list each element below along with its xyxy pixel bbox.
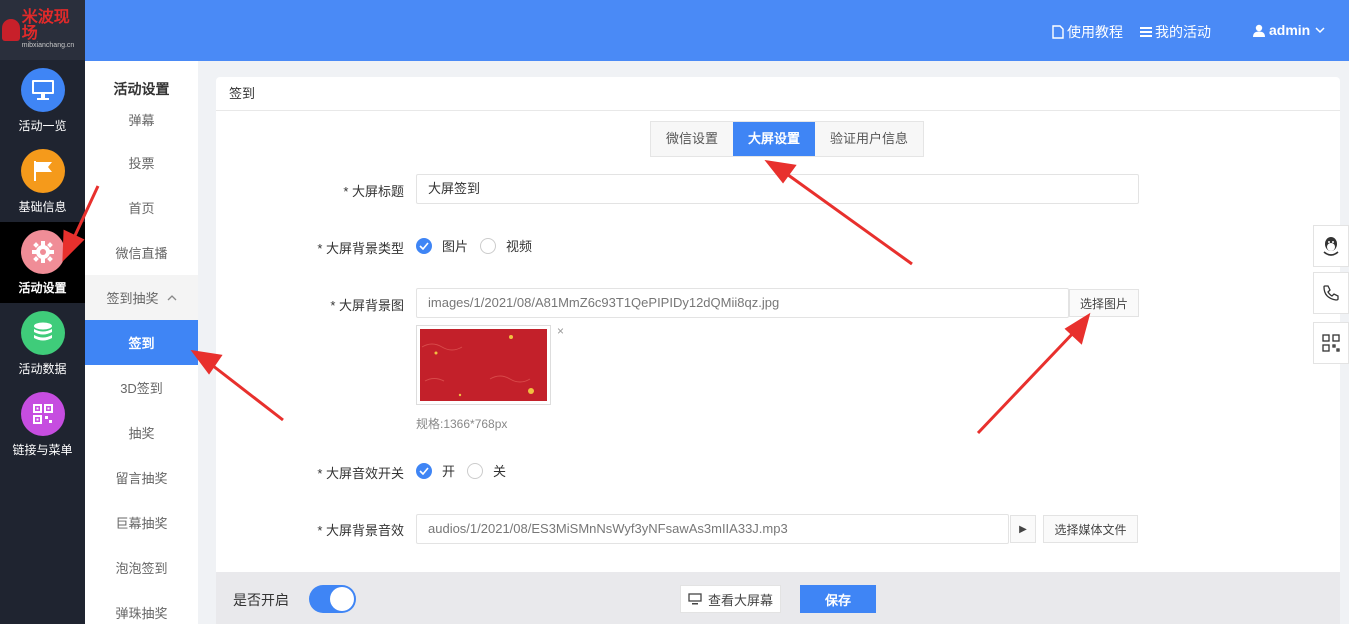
view-screen-label: 查看大屏幕	[707, 592, 773, 608]
screen-title-input[interactable]: 大屏签到	[416, 174, 1139, 204]
phone-icon	[1323, 285, 1339, 301]
view-screen-button[interactable]: 查看大屏幕	[680, 585, 781, 613]
user-menu[interactable]: admin	[1253, 22, 1325, 38]
bg-image-preview	[420, 329, 547, 401]
radio-sound-on-label: 开	[442, 464, 456, 479]
nav-activity-data[interactable]: 活动数据	[0, 303, 85, 384]
enable-toggle[interactable]	[309, 585, 356, 613]
sub-sidebar: 活动设置 弹幕 投票 首页 微信直播 签到抽奖 签到 3D签到 抽奖 留言抽奖 …	[85, 61, 198, 624]
subnav-item-barrage[interactable]: 弹幕	[85, 97, 198, 141]
tab-screen-settings[interactable]: 大屏设置	[733, 122, 816, 156]
subnav-group-label: 签到抽奖	[106, 291, 159, 306]
document-icon	[1052, 25, 1064, 39]
gear-icon	[20, 229, 65, 274]
top-header: 使用教程 我的活动 admin	[85, 0, 1349, 61]
user-name: admin	[1269, 22, 1311, 38]
list-icon	[1140, 27, 1152, 37]
bg-image-thumbnail	[416, 325, 551, 405]
settings-tabs: 微信设置 大屏设置 验证用户信息	[650, 121, 925, 157]
sound-switch-label: * 大屏音效开关	[317, 466, 404, 481]
settings-card: 签到 微信设置 大屏设置 验证用户信息 * 大屏标题 大屏签到 * 大屏背景类型…	[216, 77, 1340, 624]
nav-activity-settings[interactable]: 活动设置	[0, 222, 85, 303]
enable-label: 是否开启	[233, 592, 289, 608]
tab-wechat-settings[interactable]: 微信设置	[651, 122, 734, 156]
database-icon	[20, 310, 65, 355]
radio-bg-image-label: 图片	[442, 239, 469, 254]
subnav-item-3d-checkin[interactable]: 3D签到	[85, 365, 198, 410]
bg-type-label: * 大屏背景类型	[317, 241, 404, 256]
logo-subtext: mibxianchang.cn	[21, 42, 75, 49]
radio-bg-video-label: 视频	[506, 239, 533, 254]
nav-label: 活动一览	[18, 118, 67, 133]
bottom-action-bar: 是否开启 查看大屏幕 保存	[216, 572, 1340, 624]
select-media-button[interactable]: 选择媒体文件	[1043, 515, 1138, 543]
bg-sound-path-input[interactable]: audios/1/2021/08/ES3MiSMnNsWyf3yNFsawAs3…	[416, 514, 1009, 544]
my-activities-link[interactable]: 我的活动	[1140, 22, 1211, 42]
check-icon	[419, 466, 429, 475]
toggle-knob	[330, 587, 354, 611]
check-icon	[419, 241, 429, 250]
chevron-up-icon	[167, 294, 176, 300]
subnav-title: 活动设置	[113, 81, 170, 97]
logo[interactable]: 米波现场 mibxianchang.cn	[0, 0, 85, 60]
qrcode-icon	[1322, 334, 1340, 352]
nav-label: 活动设置	[18, 280, 67, 295]
tutorial-link[interactable]: 使用教程	[1052, 22, 1123, 42]
chevron-down-icon	[1315, 27, 1325, 34]
phone-service-button[interactable]	[1313, 272, 1349, 314]
radio-sound-on[interactable]	[416, 462, 432, 479]
my-activities-label: 我的活动	[1155, 24, 1211, 40]
subnav-item-message-lottery[interactable]: 留言抽奖	[85, 455, 198, 500]
nav-activity-list[interactable]: 活动一览	[0, 60, 85, 141]
subnav-item-wechat-live[interactable]: 微信直播	[85, 230, 198, 275]
remove-image-close-icon[interactable]: ×	[557, 324, 564, 338]
subnav-item-pinball-lottery[interactable]: 弹珠抽奖	[85, 590, 198, 624]
monitor-icon	[688, 593, 702, 605]
qq-penguin-icon	[1323, 237, 1339, 256]
logo-mark-icon	[2, 19, 20, 41]
qrcode-service-button[interactable]	[1313, 322, 1349, 364]
nav-label: 链接与菜单	[12, 442, 73, 457]
subnav-item-checkin[interactable]: 签到	[85, 320, 198, 365]
red-pattern-image	[421, 335, 534, 397]
subnav-item-home[interactable]: 首页	[85, 185, 198, 230]
sound-radio-group: 开 关	[416, 461, 518, 480]
tab-verify-user-info[interactable]: 验证用户信息	[815, 122, 924, 156]
save-button[interactable]: 保存	[800, 585, 876, 613]
nav-links-menu[interactable]: 链接与菜单	[0, 384, 85, 465]
flag-icon	[20, 148, 65, 193]
monitor-icon	[20, 67, 65, 112]
radio-sound-off[interactable]	[467, 462, 484, 479]
bg-type-radio-group: 图片 视频	[416, 236, 544, 255]
nav-label: 基础信息	[18, 199, 67, 214]
icon-sidebar: 米波现场 mibxianchang.cn 活动一览 基础信息 活动设置 活动数据…	[0, 0, 85, 624]
tutorial-label: 使用教程	[1067, 24, 1123, 40]
subnav-item-vote[interactable]: 投票	[85, 140, 198, 185]
logo-text: 米波现场	[21, 9, 70, 42]
radio-bg-video[interactable]	[480, 237, 497, 254]
nav-basic-info[interactable]: 基础信息	[0, 141, 85, 222]
radio-sound-off-label: 关	[493, 464, 507, 479]
select-image-button[interactable]: 选择图片	[1069, 289, 1139, 317]
bg-sound-label: * 大屏背景音效	[317, 523, 404, 538]
bg-image-label: * 大屏背景图	[330, 298, 404, 313]
nav-label: 活动数据	[18, 361, 67, 376]
subnav-item-giant-lottery[interactable]: 巨幕抽奖	[85, 500, 198, 545]
subnav-item-bubble-checkin[interactable]: 泡泡签到	[85, 545, 198, 590]
subnav-item-lottery[interactable]: 抽奖	[85, 410, 198, 455]
screen-title-label: * 大屏标题	[343, 184, 404, 199]
play-audio-button[interactable]: ▶	[1010, 515, 1036, 543]
card-title: 签到	[216, 77, 1340, 111]
subnav-group-checkin-lottery[interactable]: 签到抽奖	[85, 275, 198, 320]
radio-bg-image[interactable]	[416, 237, 432, 254]
qrcode-icon	[20, 391, 65, 436]
bg-image-path-input[interactable]: images/1/2021/08/A81MmZ6c93T1QePIPIDy12d…	[416, 288, 1069, 318]
image-spec-hint: 规格:1366*768px	[416, 417, 508, 431]
qq-service-button[interactable]	[1313, 225, 1349, 267]
user-icon	[1253, 24, 1265, 37]
